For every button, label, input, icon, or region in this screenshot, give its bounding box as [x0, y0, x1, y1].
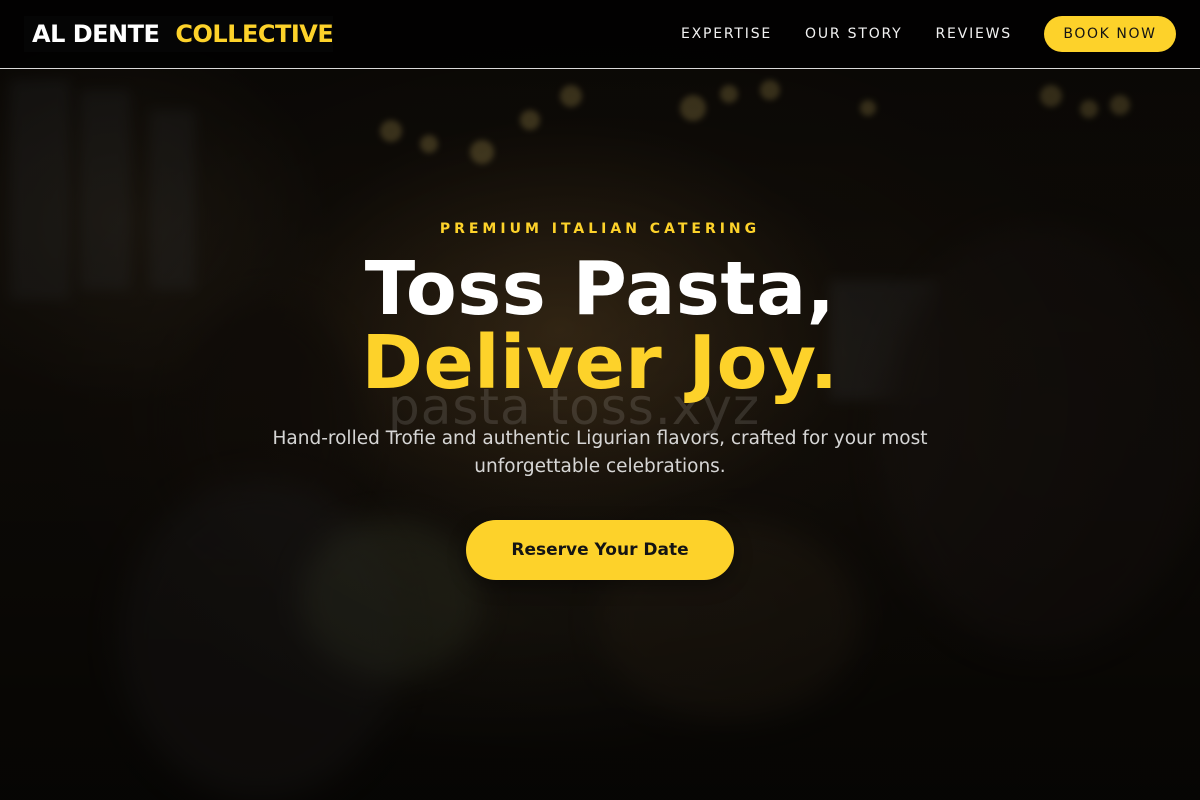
hero-eyebrow: PREMIUM ITALIAN CATERING: [439, 221, 761, 237]
headline-line-1: Toss Pasta,: [364, 246, 836, 332]
hero-headline: Toss Pasta, Deliver Joy.: [0, 252, 1200, 400]
hero-subtitle: Hand-rolled Trofie and authentic Liguria…: [272, 428, 928, 477]
hero-section: PREMIUM ITALIAN CATERING Toss Pasta, Del…: [0, 0, 1200, 800]
headline-line-2: Deliver Joy.: [361, 320, 839, 406]
reserve-date-button[interactable]: Reserve Your Date: [466, 520, 734, 580]
